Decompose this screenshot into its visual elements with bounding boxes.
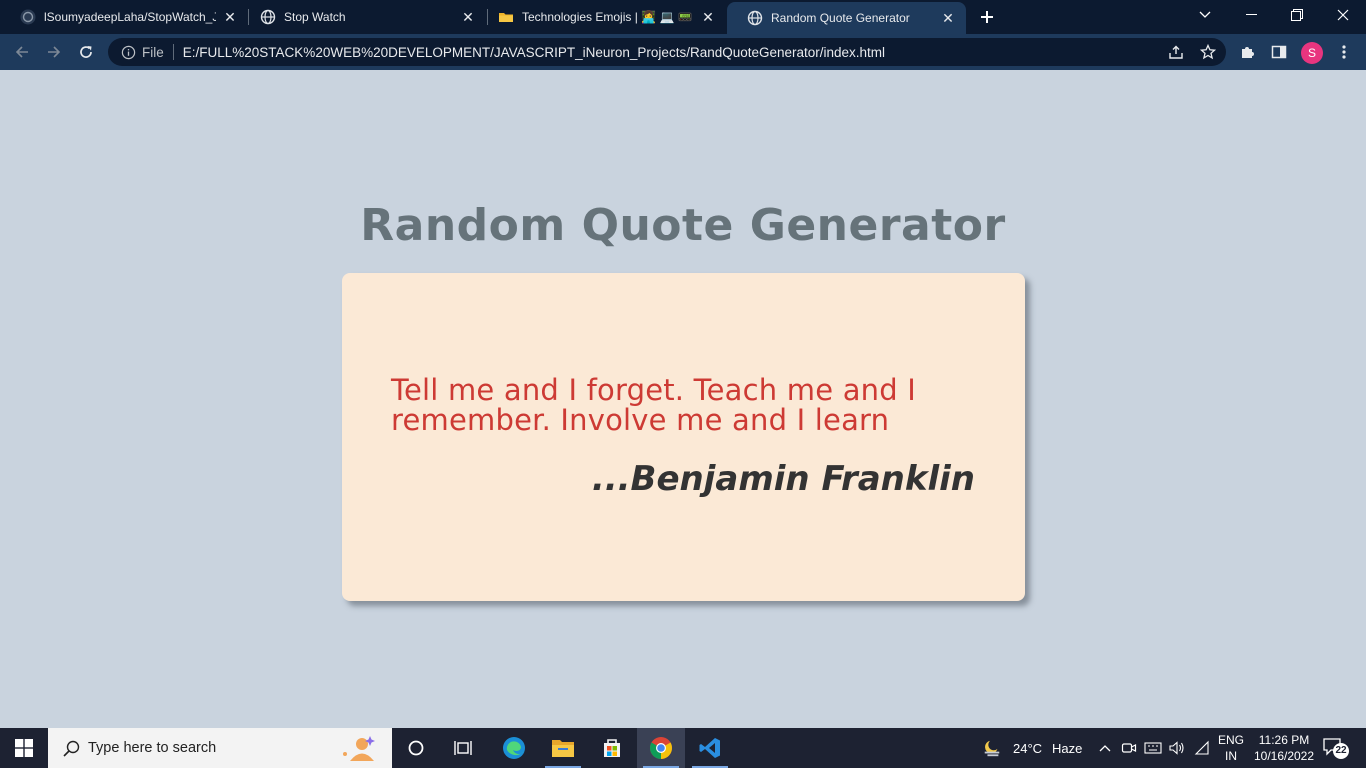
back-arrow-icon — [15, 46, 28, 58]
tab-title: Technologies Emojis | 👩‍💻 💻 📟 ⚒️ — [522, 10, 694, 24]
tab-github[interactable]: lSoumyadeepLaha/StopWatch_JS ✕ — [0, 0, 248, 34]
taskbar-app-edge[interactable] — [490, 728, 538, 768]
profile-avatar[interactable]: S — [1301, 42, 1323, 64]
minimize-icon — [1245, 14, 1257, 15]
kebab-menu-icon[interactable] — [1334, 42, 1354, 62]
close-icon[interactable]: ✕ — [460, 9, 476, 25]
side-panel-icon[interactable] — [1269, 42, 1289, 62]
chrome-icon — [650, 737, 672, 759]
close-icon[interactable]: ✕ — [700, 9, 716, 25]
network-icon[interactable] — [1192, 738, 1212, 758]
close-icon — [1337, 9, 1349, 21]
forward-button[interactable] — [42, 40, 66, 64]
tab-stop-watch[interactable]: Stop Watch ✕ — [240, 0, 486, 34]
tab-title: Random Quote Generator — [771, 11, 910, 25]
weather-desc[interactable]: Haze — [1052, 741, 1082, 756]
tab-random-quote-generator[interactable]: Random Quote Generator ✕ — [727, 2, 966, 34]
reload-button[interactable] — [74, 40, 98, 64]
globe-icon — [260, 9, 276, 25]
cortana-circle-icon — [408, 740, 424, 756]
restore-button[interactable] — [1274, 0, 1320, 30]
extensions-puzzle-icon[interactable] — [1237, 42, 1257, 62]
search-highlight-icon — [343, 736, 375, 761]
search-icon — [62, 739, 80, 757]
vscode-icon — [699, 738, 720, 758]
tab-search-button[interactable] — [1182, 0, 1228, 30]
minimize-button[interactable] — [1228, 0, 1274, 30]
quote-author: ...Benjamin Franklin — [591, 459, 975, 499]
tab-title: Stop Watch — [284, 10, 346, 24]
start-button[interactable] — [0, 728, 48, 768]
info-icon[interactable] — [120, 44, 136, 60]
url-text[interactable]: E:/FULL%20STACK%20WEB%20DEVELOPMENT/JAVA… — [183, 45, 885, 60]
taskbar-app-vscode[interactable] — [686, 728, 734, 768]
taskbar-app-file-explorer[interactable] — [539, 728, 587, 768]
quote-text: Tell me and I forget. Teach me and I rem… — [391, 373, 917, 437]
file-explorer-icon — [552, 740, 574, 757]
windows-logo-icon — [15, 739, 33, 757]
language-code[interactable]: ENG — [1218, 733, 1244, 747]
task-view-icon — [454, 741, 472, 755]
close-icon[interactable]: ✕ — [940, 10, 956, 26]
globe-icon — [747, 10, 763, 26]
github-icon — [20, 9, 36, 25]
tab-title: lSoumyadeepLaha/StopWatch_JS — [44, 10, 216, 24]
meet-now-icon[interactable] — [1119, 738, 1139, 758]
volume-icon[interactable] — [1167, 738, 1187, 758]
clock-date: 10/16/2022 — [1253, 749, 1315, 763]
clock[interactable]: 11:26 PM 10/16/2022 — [1247, 732, 1321, 764]
omnibox-divider — [172, 44, 174, 60]
clock-time: 11:26 PM — [1258, 733, 1310, 747]
tab-technologies-emojis[interactable]: Technologies Emojis | 👩‍💻 💻 📟 ⚒️ ✕ — [478, 0, 726, 34]
task-view-button[interactable] — [440, 728, 488, 768]
notification-count: 22 — [1335, 745, 1347, 756]
page-title: Random Quote Generator — [360, 200, 1006, 251]
new-tab-button[interactable] — [976, 5, 998, 29]
edge-icon — [503, 737, 525, 759]
cortana-button[interactable] — [392, 728, 440, 768]
windows-taskbar: Type here to search 24°C Haze ENG IN 11:… — [0, 728, 1366, 768]
folder-icon — [498, 9, 514, 25]
share-icon[interactable] — [1166, 42, 1186, 62]
microsoft-store-icon — [604, 739, 620, 757]
reload-icon — [80, 46, 92, 58]
region-code[interactable]: IN — [1225, 749, 1237, 763]
taskbar-app-store[interactable] — [588, 728, 636, 768]
notification-center-button[interactable]: 22 — [1322, 736, 1350, 760]
quote-card: Tell me and I forget. Teach me and I rem… — [342, 273, 1025, 601]
ime-keyboard-icon[interactable] — [1143, 738, 1163, 758]
scheme-label: File — [142, 44, 164, 60]
address-bar[interactable]: File E:/FULL%20STACK%20WEB%20DEVELOPMENT… — [108, 38, 1226, 66]
taskbar-search-box[interactable]: Type here to search — [48, 728, 392, 768]
plus-icon — [981, 11, 993, 23]
back-button[interactable] — [10, 40, 34, 64]
taskbar-app-chrome[interactable] — [637, 728, 685, 768]
browser-toolbar: File E:/FULL%20STACK%20WEB%20DEVELOPMENT… — [0, 34, 1366, 70]
forward-arrow-icon — [48, 46, 61, 58]
browser-tabstrip: lSoumyadeepLaha/StopWatch_JS ✕ Stop Watc… — [0, 0, 1366, 34]
weather-temp[interactable]: 24°C — [1013, 741, 1042, 756]
chevron-up-icon[interactable] — [1095, 738, 1115, 758]
close-window-button[interactable] — [1320, 0, 1366, 30]
restore-icon — [1291, 9, 1303, 21]
chevron-down-icon — [1199, 11, 1211, 18]
search-placeholder: Type here to search — [88, 740, 217, 756]
close-icon[interactable]: ✕ — [222, 9, 238, 25]
weather-moon-icon[interactable] — [982, 738, 1002, 758]
bookmark-star-icon[interactable] — [1198, 42, 1218, 62]
